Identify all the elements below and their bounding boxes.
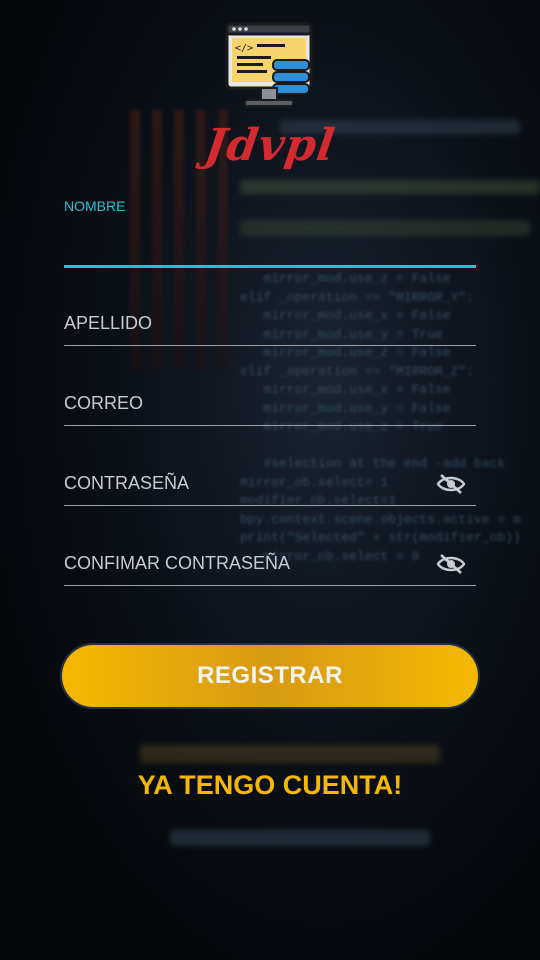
- code-monitor-logo-icon: </>: [225, 22, 313, 107]
- background-decoration: [140, 745, 440, 763]
- confirm-password-label: CONFIMAR CONTRASEÑA: [64, 553, 291, 573]
- register-screen: mirror_mod.use_z = False elif _operation…: [0, 0, 540, 960]
- confirm-password-field[interactable]: CONFIMAR CONTRASEÑA: [64, 550, 476, 586]
- password-field[interactable]: CONTRASEÑA: [64, 470, 476, 506]
- register-button[interactable]: REGISTRAR: [62, 645, 478, 707]
- nombre-underline: [64, 265, 476, 268]
- svg-text:</>: </>: [235, 43, 253, 54]
- background-decoration: [170, 830, 430, 846]
- correo-field[interactable]: CORREO: [64, 390, 476, 426]
- confirm-password-underline: [64, 585, 476, 586]
- brand-logo-text: Jdvpl: [201, 120, 339, 171]
- correo-underline: [64, 425, 476, 426]
- eye-off-icon[interactable]: [436, 553, 466, 575]
- have-account-link[interactable]: YA TENGO CUENTA!: [0, 770, 540, 801]
- nombre-label: NOMBRE: [64, 198, 126, 214]
- correo-label: CORREO: [64, 393, 144, 413]
- apellido-underline: [64, 345, 476, 346]
- background-decoration: [240, 180, 540, 194]
- apellido-field[interactable]: APELLIDO: [64, 310, 476, 346]
- password-underline: [64, 505, 476, 506]
- nombre-field[interactable]: NOMBRE: [64, 195, 476, 268]
- eye-off-icon[interactable]: [436, 473, 466, 495]
- apellido-label: APELLIDO: [64, 313, 153, 333]
- password-label: CONTRASEÑA: [64, 473, 190, 493]
